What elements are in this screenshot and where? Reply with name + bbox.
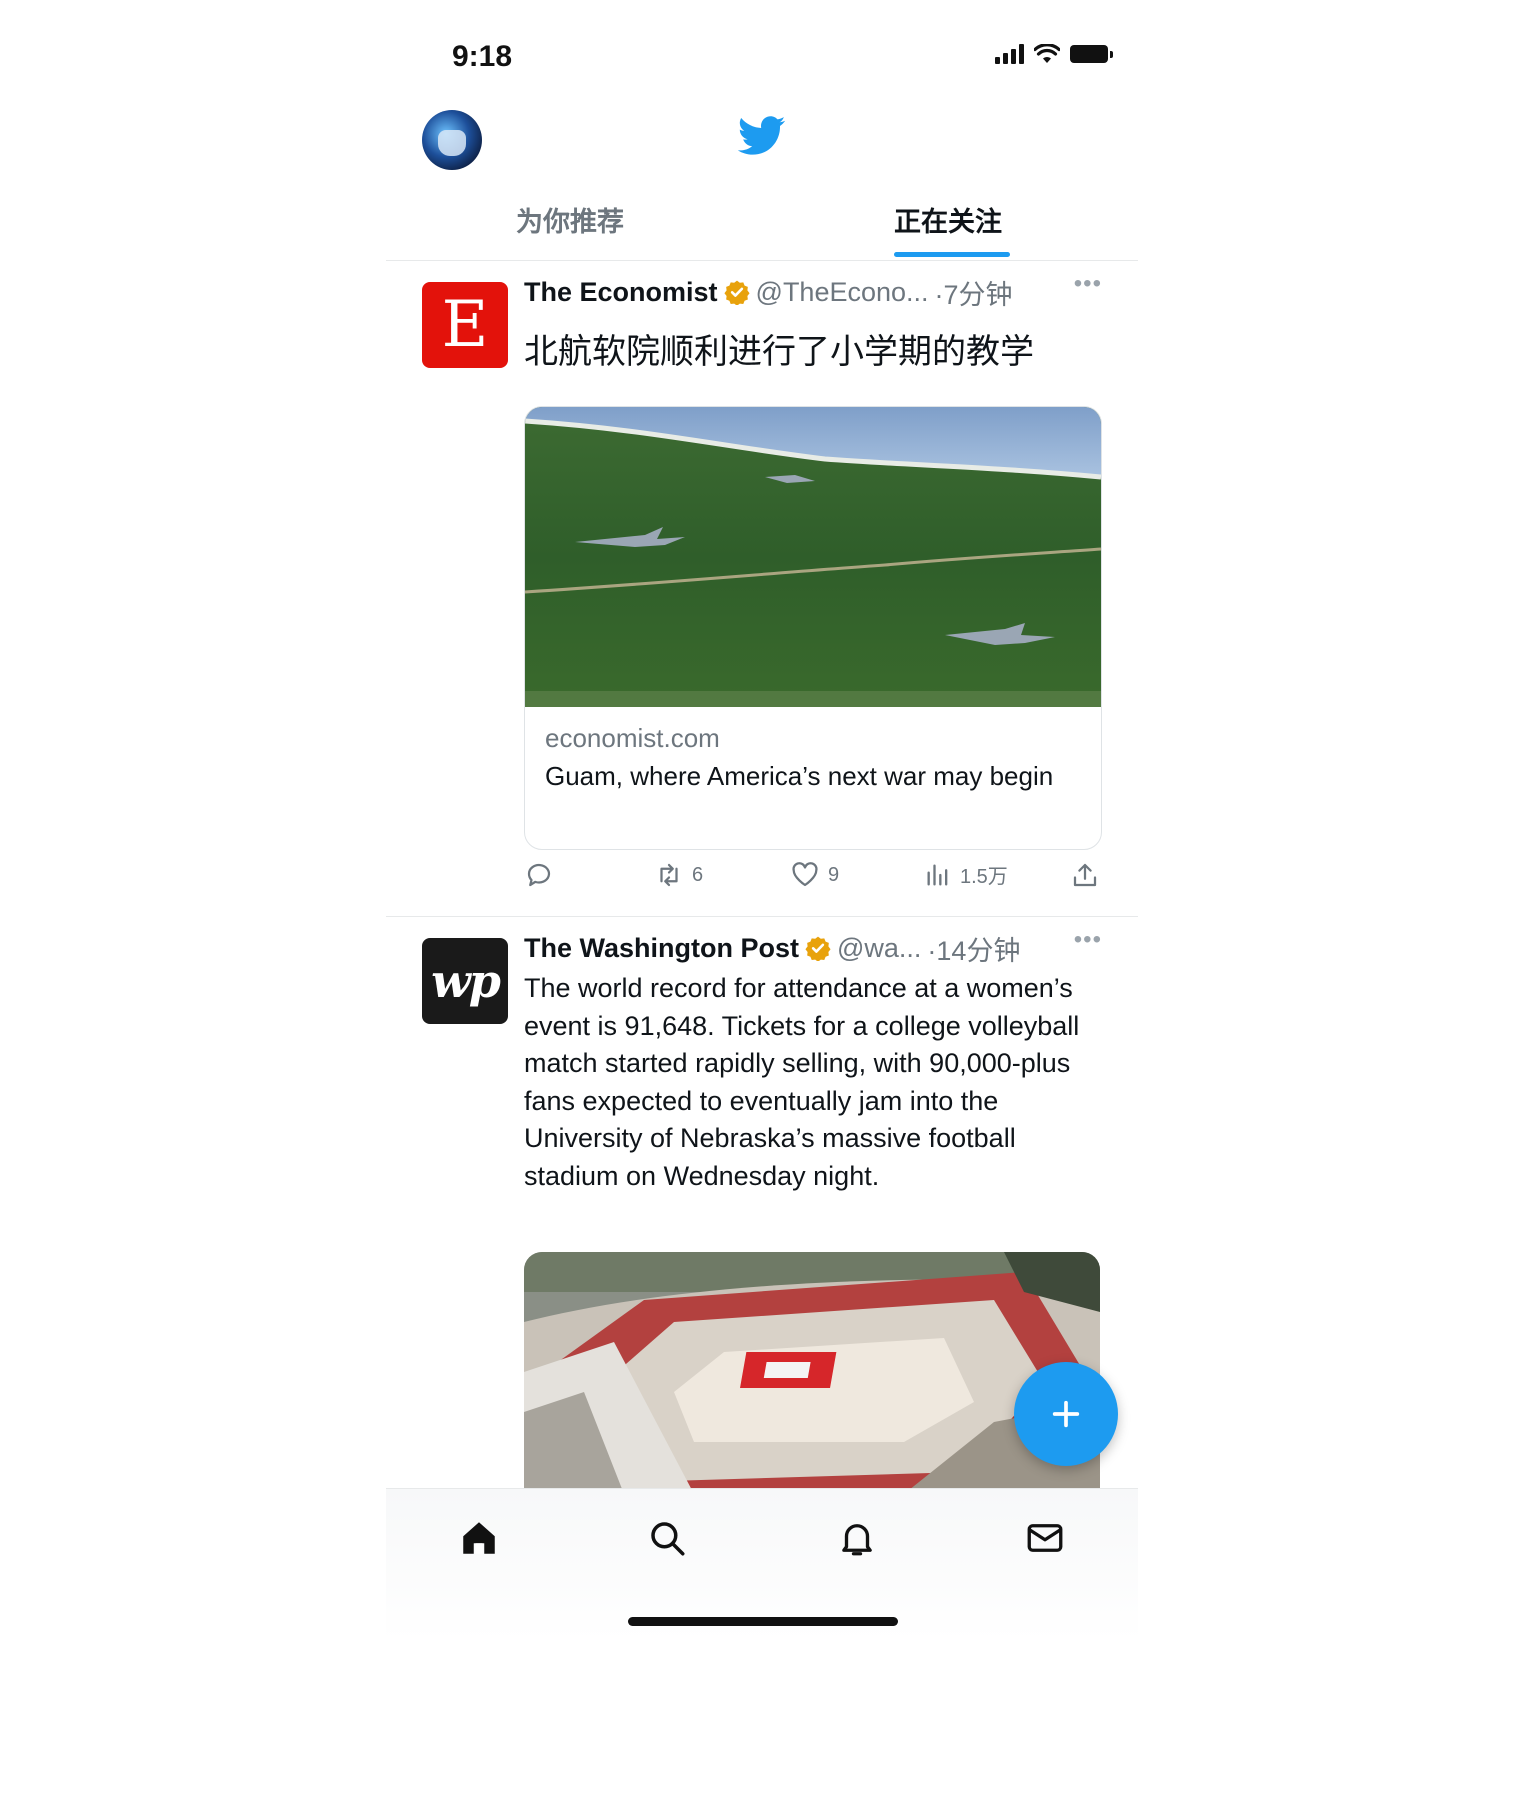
like-icon xyxy=(792,862,818,887)
card-domain: economist.com xyxy=(545,723,720,753)
tweet-author-avatar[interactable]: E xyxy=(422,282,508,368)
tweet-header: The Washington Post @wa... ·14分钟 xyxy=(524,930,1102,966)
compose-plus-icon xyxy=(1052,1400,1080,1428)
nav-search[interactable] xyxy=(642,1513,692,1563)
reply-button[interactable] xyxy=(524,860,554,890)
card-title: Guam, where America’s next war may begin xyxy=(545,761,1054,791)
verified-badge-icon xyxy=(723,280,750,305)
views-button[interactable]: 1.5万 xyxy=(924,860,1008,889)
retweet-count: 6 xyxy=(692,863,704,886)
nav-home[interactable] xyxy=(454,1513,504,1563)
active-tab-indicator xyxy=(894,252,1010,257)
tweet-author-name[interactable]: The Washington Post xyxy=(524,933,799,964)
profile-avatar[interactable] xyxy=(422,110,482,170)
tab-following[interactable]: 正在关注 xyxy=(894,200,1002,239)
battery-icon xyxy=(1070,45,1113,63)
tweet-author-avatar[interactable]: wp xyxy=(422,938,508,1024)
notifications-icon xyxy=(842,1524,872,1556)
status-icons xyxy=(995,44,1113,64)
retweet-button[interactable]: 6 xyxy=(654,860,703,890)
tweet-text: The world record for attendance at a wom… xyxy=(524,973,1080,1191)
tab-for-you[interactable]: 为你推荐 xyxy=(516,200,624,239)
share-icon xyxy=(1073,863,1097,887)
home-icon xyxy=(463,1522,495,1554)
tweet-author-name[interactable]: The Economist xyxy=(524,277,718,308)
search-icon xyxy=(651,1522,685,1556)
tweet-time: ·7分钟 xyxy=(934,279,1013,310)
reply-icon xyxy=(527,863,551,887)
messages-icon xyxy=(1027,1524,1063,1552)
like-button[interactable]: 9 xyxy=(790,860,839,890)
nav-notifications[interactable] xyxy=(832,1513,882,1563)
bottom-navigation xyxy=(386,1488,1138,1640)
nav-messages[interactable] xyxy=(1020,1513,1070,1563)
tweet-time: ·14分钟 xyxy=(927,935,1021,966)
tweet-actions: 6 9 1.5万 xyxy=(524,860,1102,900)
cellular-signal-icon xyxy=(995,44,1024,64)
tweet-text: 北航软院顺利进行了小学期的教学 xyxy=(524,332,1034,372)
tweet-author-handle[interactable]: @TheEcono... xyxy=(756,277,929,308)
twitter-bird-icon xyxy=(738,116,786,155)
retweet-icon xyxy=(660,863,678,887)
phone-screen: 9:18 为你推荐 正在关注 E The Economist @TheEcono xyxy=(386,0,1138,1640)
home-indicator[interactable] xyxy=(628,1617,898,1626)
share-button[interactable] xyxy=(1070,860,1100,890)
views-icon xyxy=(927,864,948,885)
tweet-header: The Economist @TheEcono... ·7分钟 xyxy=(524,274,1102,310)
verified-badge-icon xyxy=(805,936,831,961)
link-card[interactable]: economist.com Guam, where America’s next… xyxy=(524,406,1102,850)
status-time: 9:18 xyxy=(452,40,513,73)
more-icon[interactable]: ••• xyxy=(1074,270,1102,298)
card-image xyxy=(525,407,1101,707)
tweet[interactable]: E The Economist @TheEcono... ·7分钟 ••• 北航… xyxy=(386,262,1138,917)
tweet-image[interactable] xyxy=(524,1252,1100,1494)
wifi-icon xyxy=(1034,44,1060,63)
timeline-tabs: 为你推荐 正在关注 xyxy=(386,190,1138,261)
like-count: 9 xyxy=(828,863,840,886)
tweet-author-handle[interactable]: @wa... xyxy=(837,933,921,964)
compose-tweet-button[interactable] xyxy=(1014,1362,1118,1466)
more-icon[interactable]: ••• xyxy=(1074,926,1102,954)
view-count: 1.5万 xyxy=(960,866,1008,888)
